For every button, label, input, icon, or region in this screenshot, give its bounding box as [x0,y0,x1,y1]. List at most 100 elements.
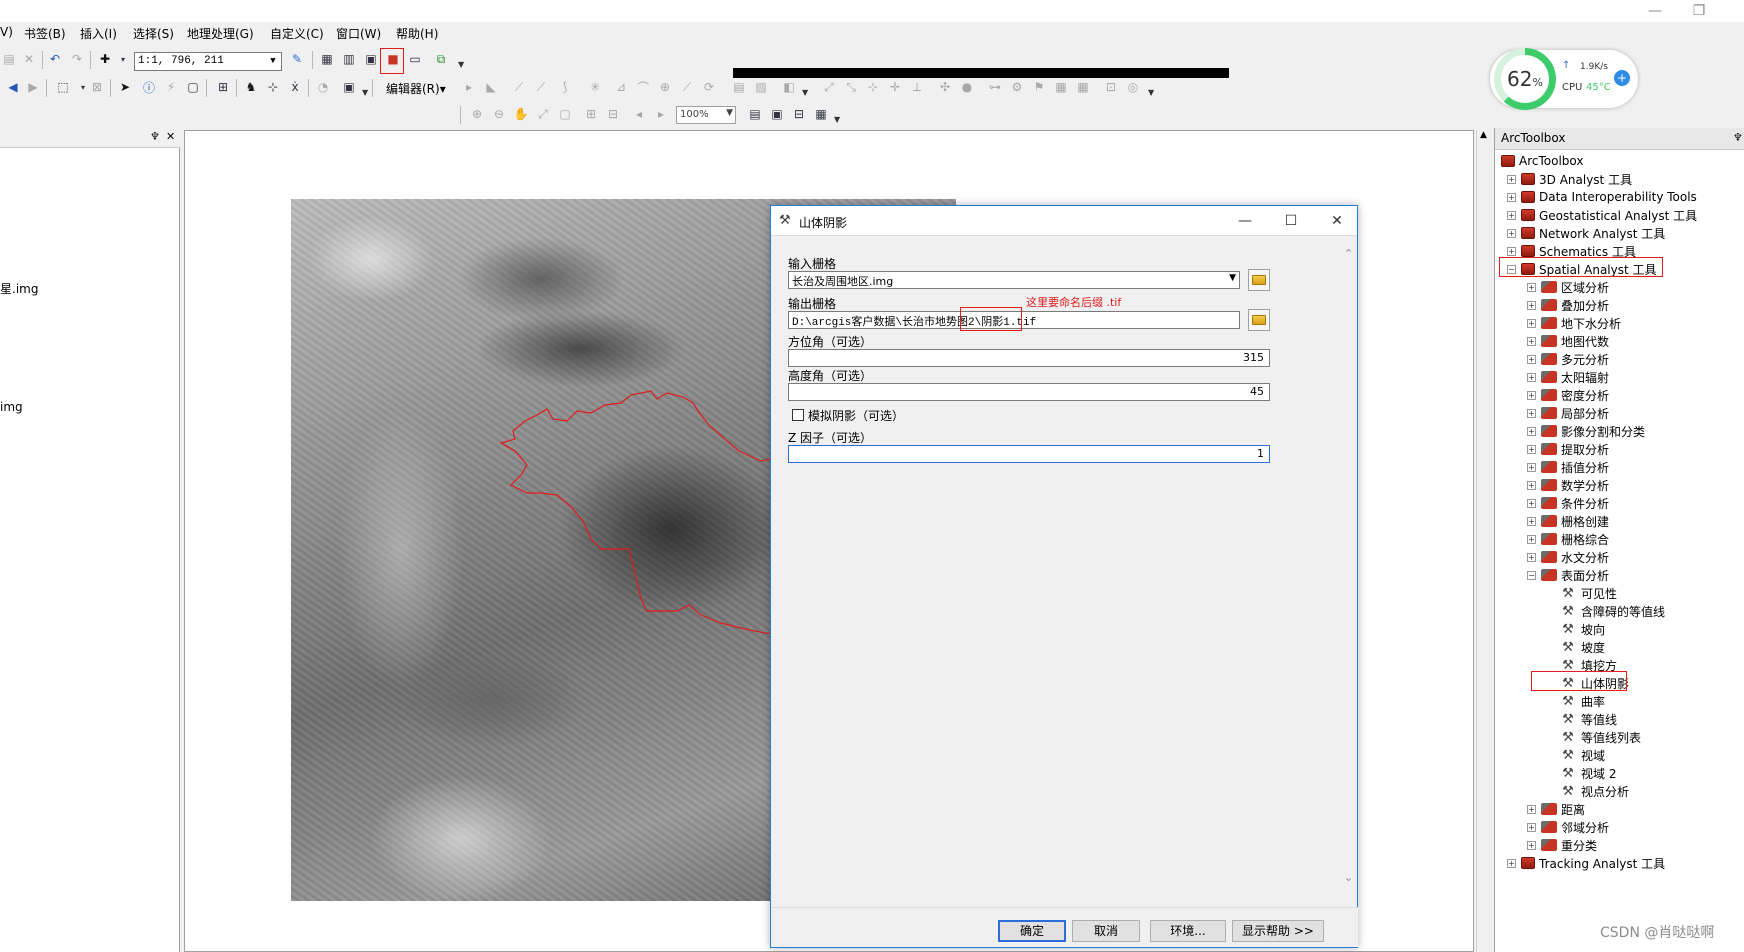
expand-icon[interactable]: + [1507,210,1516,220]
toolset-multivariate[interactable]: + 多元分析 [1527,350,1609,368]
close-icon[interactable]: ✕ [166,130,175,143]
chevron-down-icon[interactable]: ▼ [266,54,280,69]
pin-icon[interactable]: ♆ [150,130,160,143]
split-tool-icon[interactable]: ⟋ [678,78,696,96]
expand-icon[interactable]: + [1527,552,1536,562]
back-icon[interactable]: ◀ [4,78,22,96]
toolset-density[interactable]: + 密度分析 [1527,386,1609,404]
menu-bookmarks[interactable]: 书签(B) [24,25,66,42]
trace-icon[interactable]: ⟆ [556,78,574,96]
expand-icon[interactable]: + [1527,822,1536,832]
rotate-icon[interactable]: ⟳ [700,78,718,96]
edit-annotation-icon[interactable]: ◣ [482,78,500,96]
redo-icon[interactable]: ↷ [68,50,86,68]
tree-tracking-analyst[interactable]: + Tracking Analyst 工具 [1507,854,1665,872]
expand-icon[interactable]: + [1527,372,1536,382]
expand-icon[interactable]: + [1527,534,1536,544]
toolset-generalization[interactable]: + 栅格综合 [1527,530,1609,548]
network-grid-icon[interactable]: ▦ [1074,78,1092,96]
chevron-down-icon[interactable]: ▼ [726,108,733,118]
straight-segment-icon[interactable]: ⟋ [510,78,528,96]
georef-cross-icon[interactable]: ✛ [886,78,904,96]
create-features-icon[interactable]: ◧ [780,78,798,96]
point-icon[interactable]: ✳ [586,78,604,96]
toolset-reclass[interactable]: + 重分类 [1527,836,1597,854]
topology-icon[interactable]: ✣ [936,78,954,96]
menu-view[interactable]: V) [0,25,13,39]
show-help-button[interactable]: 显示帮助 >> [1232,920,1324,942]
expand-icon[interactable]: + [1527,300,1536,310]
tool-viewshed-2[interactable]: ⚒ 视域 2 [1561,764,1616,782]
close-icon[interactable]: ✕ [1317,211,1357,231]
tool-observer-points[interactable]: ⚒ 视点分析 [1561,782,1629,800]
toolset-map-algebra[interactable]: + 地图代数 [1527,332,1609,350]
expand-icon[interactable]: + [1527,354,1536,364]
tool-slope[interactable]: ⚒ 坡度 [1561,638,1605,656]
cut-polygons-icon[interactable]: ⊕ [656,78,674,96]
model-builder-icon[interactable]: ⧉ [432,50,450,68]
focus-data-frame-icon[interactable]: ▣ [768,105,786,123]
expand-icon[interactable]: + [1527,480,1536,490]
go-to-xy-icon[interactable]: ẋ [286,78,304,96]
map-scale-combobox[interactable]: 1:1, 796, 211 ▼ [134,52,282,71]
edit-vertices-icon[interactable]: ⊿ [612,78,630,96]
expand-icon[interactable]: + [1507,192,1516,202]
toggle-draft-icon[interactable]: ▤ [746,105,764,123]
toolset-math[interactable]: + 数学分析 [1527,476,1609,494]
expand-icon[interactable]: + [1527,282,1536,292]
restore-button[interactable]: ❐ [1684,2,1714,20]
chevron-down-icon[interactable]: ▼ [1229,273,1236,283]
expand-icon[interactable]: + [1527,426,1536,436]
tool-contour[interactable]: ⚒ 等值线 [1561,710,1617,728]
expand-icon[interactable]: + [1507,246,1516,256]
scroll-down-icon[interactable]: ⌄ [1344,871,1353,884]
toolset-local[interactable]: + 局部分析 [1527,404,1609,422]
add-icon[interactable]: + [1614,70,1630,86]
output-browse-button[interactable] [1248,309,1270,331]
tree-geostat[interactable]: + Geostatistical Analyst 工具 [1507,206,1697,224]
system-monitor-widget[interactable]: 62% ↑ 1.9K/s CPU 45°C + [1490,48,1638,110]
tree-network[interactable]: + Network Analyst 工具 [1507,224,1665,242]
map-vertical-scrollbar[interactable]: ▲ [1476,130,1492,952]
expand-icon[interactable]: − [1527,570,1536,580]
toolset-overlay[interactable]: + 叠加分析 [1527,296,1609,314]
toolset-extraction[interactable]: + 提取分析 [1527,440,1609,458]
measure-icon[interactable]: ⊞ [214,78,232,96]
menu-customize[interactable]: 自定义(C) [270,25,324,42]
toolset-interpolation[interactable]: + 插值分析 [1527,458,1609,476]
undo-icon[interactable]: ↶ [46,50,64,68]
minimize-button[interactable]: — [1640,2,1670,20]
table-of-contents-icon[interactable]: ▦ [318,50,336,68]
expand-icon[interactable]: + [1527,408,1536,418]
create-viewer-icon[interactable]: ▣ [340,78,358,96]
georef-node-icon[interactable]: ⊹ [864,78,882,96]
maximize-icon[interactable]: ☐ [1271,211,1311,231]
tool-curvature[interactable]: ⚒ 曲率 [1561,692,1605,710]
minimize-icon[interactable]: — [1225,211,1265,231]
toolset-groundwater[interactable]: + 地下水分析 [1527,314,1621,332]
previous-extent-icon[interactable]: ◂ [630,105,648,123]
menu-insert[interactable]: 插入(I) [80,25,117,42]
expand-icon[interactable]: + [1527,390,1536,400]
attributes-icon[interactable]: ▤ [730,78,748,96]
network-barrier-icon[interactable]: ▦ [1052,78,1070,96]
tool-visibility[interactable]: ⚒ 可见性 [1561,584,1617,602]
expand-icon[interactable]: + [1527,444,1536,454]
pin-icon[interactable]: ♆ [1733,131,1743,144]
search-window-icon[interactable]: ▣ [362,50,380,68]
expand-icon[interactable]: + [1527,840,1536,850]
reshape-icon[interactable]: ⌒ [634,78,652,96]
toolset-hydrology[interactable]: + 水文分析 [1527,548,1609,566]
network-flag-icon[interactable]: ⚑ [1030,78,1048,96]
next-extent-icon[interactable]: ▸ [652,105,670,123]
tool-aspect[interactable]: ⚒ 坡向 [1561,620,1605,638]
globe-icon[interactable]: ● [958,78,976,96]
menu-windows[interactable]: 窗口(W) [336,25,381,42]
zoom-in-page-icon[interactable]: ⊕ [468,105,486,123]
fixed-zoom-out-icon[interactable]: ⊟ [604,105,622,123]
tool-contour-list[interactable]: ⚒ 等值线列表 [1561,728,1641,746]
toolset-raster-creation[interactable]: + 栅格创建 [1527,512,1609,530]
layout-zoom-combobox[interactable]: 100% ▼ [676,106,736,124]
delete-icon[interactable]: ✕ [20,50,38,68]
expand-icon[interactable]: + [1527,462,1536,472]
